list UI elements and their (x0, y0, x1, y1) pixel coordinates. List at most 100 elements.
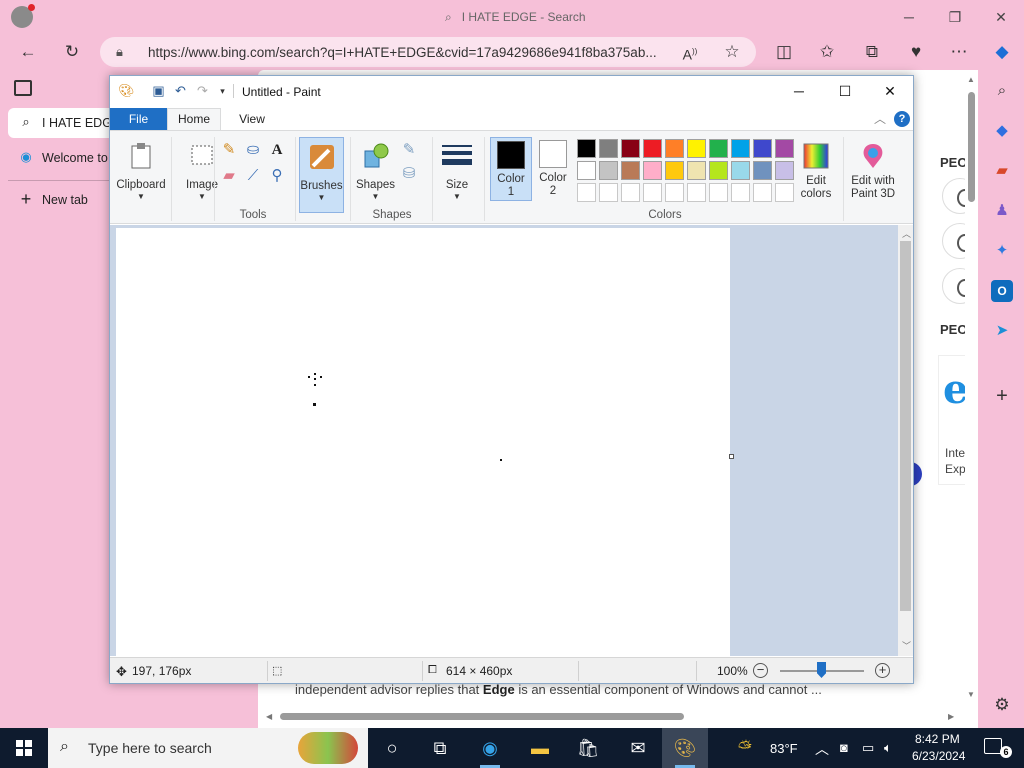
microsoft-365-icon[interactable]: ✦ (991, 240, 1013, 262)
read-aloud-icon[interactable]: A)) (678, 40, 702, 64)
favorites-icon[interactable]: ✩ (815, 40, 839, 64)
custom-color-slot[interactable] (577, 183, 596, 202)
taskbar-search-box[interactable]: ⌕ Type here to search (48, 728, 368, 768)
save-icon[interactable]: ▣ (150, 83, 167, 99)
clock-time[interactable]: 8:42 PM (915, 732, 960, 746)
page-horizontal-scrollbar[interactable]: ◀ ▶ (258, 709, 978, 725)
canvas-vertical-scrollbar[interactable]: ︿ ﹀ (898, 225, 913, 656)
scrollbar-thumb[interactable] (280, 713, 684, 720)
restore-button[interactable]: ❐ (932, 4, 978, 30)
shopping-tag-icon[interactable]: ◆ (991, 120, 1013, 142)
tab-view[interactable]: View (230, 108, 274, 130)
fill-bucket-icon[interactable]: ⛀ (242, 139, 264, 161)
palette-swatch[interactable] (599, 161, 618, 180)
palette-swatch[interactable] (643, 161, 662, 180)
custom-color-slot[interactable] (643, 183, 662, 202)
customize-toolbar-icon[interactable]: ▾ (214, 83, 231, 99)
scroll-left-icon[interactable]: ◀ (266, 712, 272, 721)
meet-now-icon[interactable]: ◙ (840, 740, 848, 755)
palette-swatch[interactable] (709, 161, 728, 180)
close-button[interactable]: ✕ (978, 4, 1024, 30)
mail-icon[interactable]: ✉ (624, 734, 652, 762)
clipboard-button[interactable]: Clipboard ▼ (115, 137, 167, 213)
chevron-up-icon[interactable]: ︿ (815, 739, 829, 759)
microsoft-store-icon[interactable]: 🛍︎ (574, 734, 602, 762)
tools-icon[interactable]: ▰ (991, 160, 1013, 182)
url-text[interactable]: https://www.bing.com/search?q=I+HATE+EDG… (148, 45, 678, 60)
page-vertical-scrollbar[interactable]: ▲ ▼ (965, 70, 978, 710)
edge-browser-icon[interactable]: ◉ (476, 734, 504, 762)
palette-swatch[interactable] (709, 139, 728, 158)
paint-maximize-button[interactable]: ☐ (822, 77, 868, 105)
palette-swatch[interactable] (731, 139, 750, 158)
drawing-canvas[interactable] (116, 228, 730, 656)
redo-icon[interactable]: ↷ (194, 83, 211, 99)
palette-swatch[interactable] (775, 139, 794, 158)
collections-icon[interactable]: ⧉ (860, 40, 884, 64)
custom-color-slot[interactable] (621, 183, 640, 202)
paint-taskbar-icon[interactable]: 🎨︎ (671, 734, 699, 762)
color1-button[interactable]: Color 1 (490, 137, 532, 201)
palette-swatch[interactable] (621, 161, 640, 180)
search-icon[interactable]: ⌕ (991, 80, 1013, 102)
paint-app-icon[interactable]: 🎨︎ (118, 83, 135, 99)
text-icon[interactable]: A (266, 139, 288, 161)
undo-icon[interactable]: ↶ (172, 83, 189, 99)
shapes-button[interactable]: Shapes ▼ (353, 137, 398, 213)
palette-swatch[interactable] (665, 139, 684, 158)
scroll-up-icon[interactable]: ︿ (902, 227, 911, 240)
clock-date[interactable]: 6/23/2024 (912, 749, 965, 763)
size-button[interactable]: Size ▼ (436, 137, 478, 213)
palette-swatch[interactable] (621, 139, 640, 158)
resize-handle[interactable] (729, 454, 734, 459)
palette-swatch[interactable] (753, 161, 772, 180)
back-arrow-icon[interactable]: ← (16, 40, 40, 64)
palette-swatch[interactable] (687, 139, 706, 158)
paint-close-button[interactable]: ✕ (867, 77, 913, 105)
custom-color-slot[interactable] (687, 183, 706, 202)
scroll-up-icon[interactable]: ▲ (967, 75, 975, 84)
palette-swatch[interactable] (665, 161, 684, 180)
weather-temp[interactable]: 83°F (770, 741, 798, 756)
scroll-right-icon[interactable]: ▶ (948, 712, 954, 721)
tab-actions-icon[interactable] (14, 80, 32, 96)
custom-color-slot[interactable] (731, 183, 750, 202)
tab-home[interactable]: Home (167, 108, 221, 130)
network-icon[interactable]: ▭ (862, 740, 874, 756)
brushes-button[interactable]: Brushes ▼ (299, 137, 344, 213)
scrollbar-thumb[interactable] (968, 92, 975, 202)
color-picker-icon[interactable]: ⟋ (242, 165, 264, 187)
weather-cloud-sun-icon[interactable]: ⛅︎ (738, 738, 752, 758)
outline-icon[interactable]: ✎ (398, 139, 420, 161)
scrollbar-thumb[interactable] (900, 241, 911, 611)
edit-colors-button[interactable]: Edit colors (793, 137, 839, 213)
color2-button[interactable]: Color 2 (532, 137, 574, 201)
task-view-icon[interactable]: ⧉ (426, 734, 454, 762)
scroll-down-icon[interactable]: ﹀ (902, 639, 911, 652)
palette-swatch[interactable] (643, 139, 662, 158)
paint-minimize-button[interactable]: ─ (776, 77, 822, 105)
lock-icon[interactable]: 🔒︎ (116, 44, 123, 60)
custom-color-slot[interactable] (753, 183, 772, 202)
copilot-icon[interactable]: ◆ (990, 40, 1014, 64)
split-screen-icon[interactable]: ◫ (772, 40, 796, 64)
fill-icon[interactable]: ⛁ (398, 163, 420, 185)
help-icon[interactable]: ? (894, 111, 910, 127)
cortana-icon[interactable]: ○ (378, 734, 406, 762)
palette-swatch[interactable] (577, 139, 596, 158)
start-button[interactable] (0, 728, 48, 768)
file-explorer-icon[interactable]: ▬ (526, 734, 554, 762)
profile-avatar-icon[interactable] (11, 4, 35, 28)
palette-swatch[interactable] (577, 161, 596, 180)
settings-gear-icon[interactable]: ⚙ (991, 694, 1013, 716)
palette-swatch[interactable] (775, 161, 794, 180)
custom-color-slot[interactable] (599, 183, 618, 202)
zoom-slider-thumb[interactable] (817, 662, 826, 678)
browser-essentials-icon[interactable]: ♥ (904, 40, 928, 64)
collapse-ribbon-icon[interactable]: ︿ (874, 110, 886, 127)
palette-swatch[interactable] (753, 139, 772, 158)
eraser-icon[interactable]: ▰ (218, 165, 240, 187)
palette-swatch[interactable] (599, 139, 618, 158)
more-options-icon[interactable]: ⋯ (947, 40, 971, 64)
outlook-icon[interactable]: O (991, 280, 1013, 302)
